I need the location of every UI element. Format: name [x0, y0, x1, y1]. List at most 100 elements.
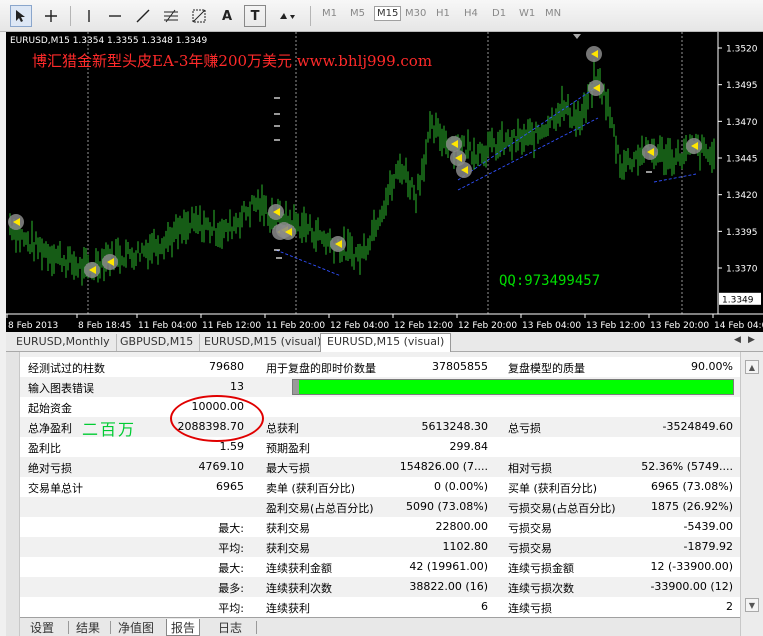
- time-tick-label: 13 Feb 04:00: [522, 321, 581, 331]
- tester-side-panel: [6, 352, 20, 636]
- report-label: 买单 (获利百分比): [508, 482, 598, 495]
- report-row: 经测试过的柱数 79680 用于复盘的即时价数量 37805855 复盘模型的质量 90.…: [20, 357, 740, 377]
- timeframe-m15[interactable]: M15: [374, 6, 402, 21]
- report-value: 4769.10: [198, 460, 245, 473]
- trade-line: [275, 249, 342, 277]
- report-row: 平均: 连续获利 6 连续亏损 2: [20, 597, 740, 617]
- tester-tabs: 设置 结果 净值图 报告 日志: [20, 617, 740, 636]
- report-label: 输入图表错误: [28, 382, 94, 395]
- report-row: 盈利比 1.59 预期盈利 299.84: [20, 437, 740, 457]
- report-label: 起始资金: [28, 402, 72, 415]
- price-tick-label: 1.3520: [726, 45, 758, 55]
- report-row: 起始资金 10000.00: [20, 397, 740, 417]
- trendline-icon[interactable]: [132, 5, 154, 27]
- report-label: 总净盈利: [28, 422, 72, 435]
- scroll-down-icon[interactable]: ▼: [745, 598, 759, 612]
- horizontal-line-icon[interactable]: [104, 5, 126, 27]
- report-value: 6965: [216, 480, 244, 493]
- report-label: 亏损交易: [508, 522, 552, 535]
- report-value: 1102.80: [442, 540, 489, 553]
- chart-canvas[interactable]: 1.3520 1.3495 1.3470 1.3445 1.3420 1.3395 1.33…: [6, 32, 763, 332]
- report-label: 平均:: [218, 542, 244, 555]
- annotation-text: 二百万: [82, 420, 137, 439]
- timeframe-m5[interactable]: M5: [350, 8, 365, 19]
- top-marker-icon: [573, 34, 581, 39]
- text-label-icon[interactable]: T: [244, 5, 266, 27]
- report-value: 22800.00: [435, 520, 489, 533]
- tab-journal[interactable]: 日志: [214, 619, 246, 636]
- timeframe-d1[interactable]: D1: [492, 8, 506, 19]
- arrows-icon[interactable]: [276, 5, 298, 27]
- report-label: 用于复盘的即时价数量: [266, 362, 376, 375]
- report-label: 平均:: [218, 602, 244, 615]
- report-value: 0 (0.00%): [433, 480, 488, 493]
- report-label: 连续亏损金额: [508, 562, 574, 575]
- scroll-up-icon[interactable]: ▲: [745, 360, 759, 374]
- toolbar-separator: [310, 6, 311, 26]
- timeframe-h1[interactable]: H1: [436, 8, 450, 19]
- report-value: -1879.92: [683, 540, 733, 553]
- report-value: 1.59: [219, 440, 245, 453]
- report-label: 总获利: [266, 422, 299, 435]
- report-label: 盈利交易(占总百分比): [266, 502, 374, 515]
- tab-report[interactable]: 报告: [166, 619, 201, 636]
- vertical-line-icon[interactable]: [78, 5, 100, 27]
- price-chart[interactable]: 1.3520 1.3495 1.3470 1.3445 1.3420 1.3395 1.33…: [6, 32, 763, 332]
- timeframe-h4[interactable]: H4: [464, 8, 478, 19]
- time-tick-label: 14 Feb 04:00: [714, 321, 763, 331]
- tab-results[interactable]: 结果: [72, 619, 104, 636]
- report-table: 经测试过的柱数 79680 用于复盘的即时价数量 37805855 复盘模型的质量 90.…: [20, 357, 740, 617]
- chart-tab-eurusd-m15-visual-active[interactable]: EURUSD,M15 (visual): [320, 333, 452, 352]
- time-tick-label: 11 Feb 04:00: [138, 321, 197, 331]
- fibonacci-icon[interactable]: [160, 5, 182, 27]
- toolbar-separator: [70, 6, 71, 26]
- chart-tab-eurusd-m15-visual[interactable]: EURUSD,M15 (visual): [198, 334, 329, 351]
- report-label: 最大:: [218, 562, 244, 575]
- time-tick-label: 8 Feb 18:45: [78, 321, 131, 331]
- crosshair-icon[interactable]: [40, 5, 62, 27]
- report-value: 13: [230, 380, 244, 393]
- report-label: 最大:: [218, 522, 244, 535]
- report-row: 盈利交易(占总百分比) 5090 (73.08%) 亏损交易(占总百分比) 1875 …: [20, 497, 740, 517]
- report-value: 2: [726, 600, 733, 613]
- timeframe-m1[interactable]: M1: [322, 8, 337, 19]
- chart-tab-gbpusd-m15[interactable]: GBPUSD,M15: [114, 334, 201, 351]
- report-value: -5439.00: [683, 520, 733, 533]
- time-tick-label: 12 Feb 20:00: [458, 321, 517, 331]
- report-value: 5613248.30: [421, 420, 488, 433]
- report-label: 绝对亏损: [28, 462, 72, 475]
- trade-line: [653, 173, 697, 183]
- price-tick-label: 1.3495: [726, 81, 758, 91]
- tab-scroll-right-icon[interactable]: ▶: [748, 335, 755, 345]
- cursor-icon[interactable]: [10, 5, 32, 27]
- time-tick-label: 8 Feb 2013: [8, 321, 58, 331]
- report-scrollbar[interactable]: ▲ ▼: [740, 352, 763, 636]
- report-value: 37805855: [432, 360, 488, 373]
- text-icon[interactable]: A: [216, 5, 238, 27]
- timeframe-mn[interactable]: MN: [545, 8, 561, 19]
- report-value: 6965 (73.08%): [650, 480, 733, 493]
- report-value: -3524849.60: [662, 420, 733, 433]
- report-value: 1875 (26.92%): [650, 500, 733, 513]
- timeframe-m30[interactable]: M30: [405, 8, 426, 19]
- report-row: 最大: 连续获利金额 42 (19961.00) 连续亏损金额 12 (-33900.0…: [20, 557, 740, 577]
- report-value: 154826.00 (7....: [399, 460, 488, 473]
- fibonacci-grid-icon[interactable]: [188, 5, 210, 27]
- report-label: 交易单总计: [28, 482, 83, 495]
- tab-equity-graph[interactable]: 净值图: [114, 619, 158, 636]
- tab-scroll-left-icon[interactable]: ◀: [734, 335, 741, 345]
- time-tick-label: 11 Feb 12:00: [202, 321, 261, 331]
- timeframe-w1[interactable]: W1: [519, 8, 535, 19]
- report-value: 38822.00 (16): [409, 580, 488, 593]
- price-tick-label: 1.3470: [726, 118, 758, 128]
- report-value: 90.00%: [691, 360, 733, 373]
- tab-settings[interactable]: 设置: [26, 619, 58, 636]
- chart-header: EURUSD,M15 1.3354 1.3355 1.3348 1.3349: [10, 36, 208, 46]
- tab-separator: [110, 621, 111, 634]
- chart-tab-eurusd-monthly[interactable]: EURUSD,Monthly: [10, 334, 117, 351]
- time-tick-label: 12 Feb 04:00: [330, 321, 389, 331]
- report-label: 相对亏损: [508, 462, 552, 475]
- report-label: 经测试过的柱数: [28, 362, 105, 375]
- price-tick-label: 1.3370: [726, 265, 758, 275]
- report-value: 6: [481, 600, 488, 613]
